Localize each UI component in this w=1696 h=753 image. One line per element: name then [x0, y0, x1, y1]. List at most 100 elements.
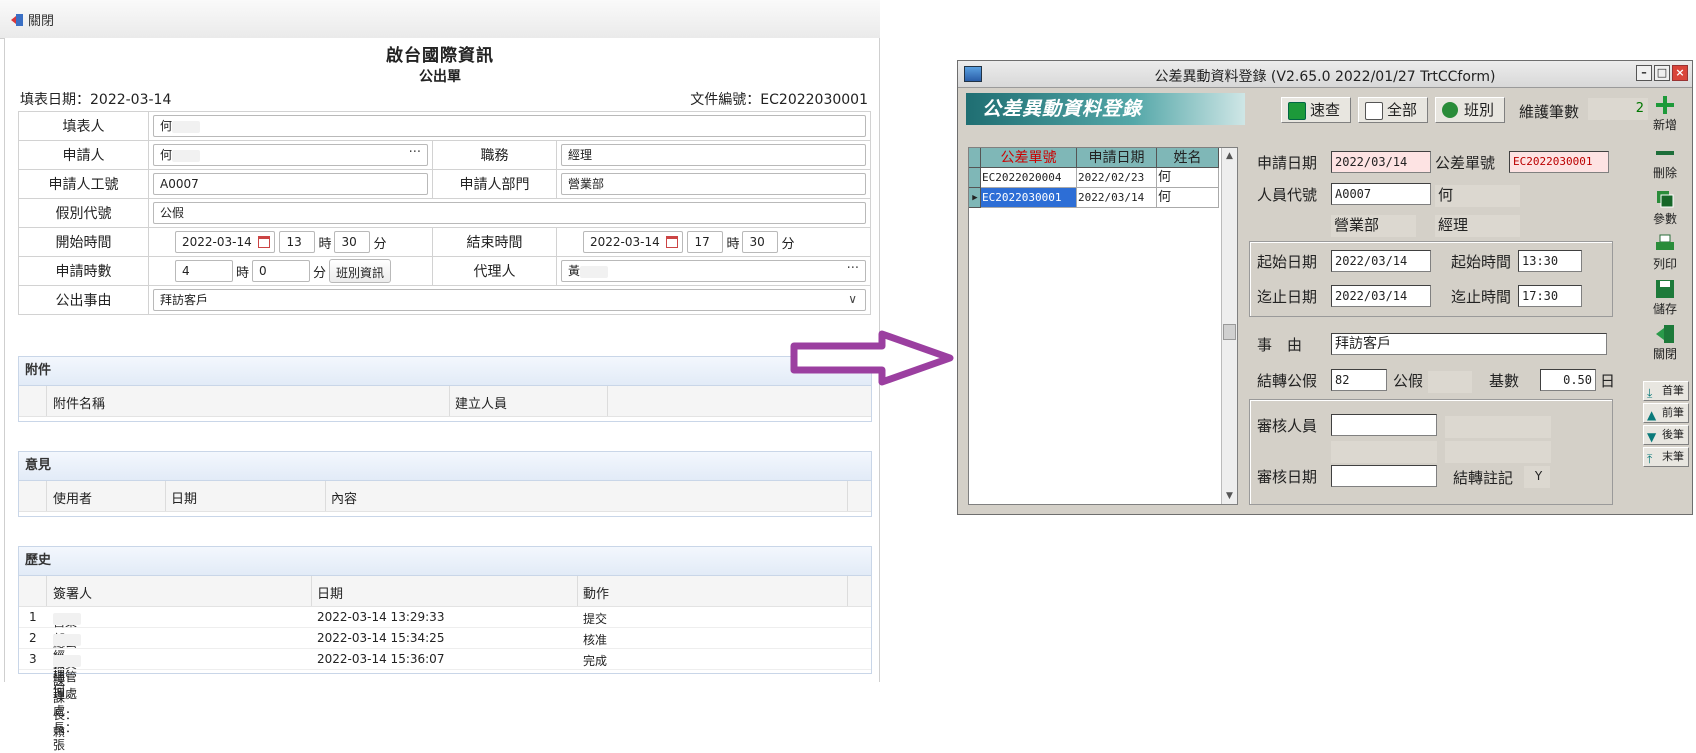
scroll-thumb[interactable] — [1223, 324, 1236, 340]
filler-field[interactable]: 何 — [153, 115, 866, 137]
base-field[interactable]: 0.50 — [1540, 369, 1596, 391]
start-date-field[interactable]: 2022-03-14 — [175, 231, 275, 253]
opinions-section: 意見 使用者 日期 內容 — [18, 451, 872, 517]
prev-label: 前筆 — [1662, 406, 1684, 419]
current-row-icon: ▶ — [969, 188, 981, 208]
params-button[interactable]: 參數 — [1643, 187, 1687, 231]
apply-date-field[interactable]: 2022/03/14 — [1331, 151, 1431, 173]
grid-row[interactable]: ▶ EC2022030001 2022/03/14 何 — [969, 188, 1219, 208]
close-button[interactable]: 關閉 — [10, 10, 54, 29]
start-date-label: 起始日期 — [1257, 253, 1318, 271]
emp-no-field[interactable]: A0007 — [153, 173, 428, 195]
col-divider — [325, 481, 326, 511]
applicant-label: 申請人 — [18, 140, 149, 170]
hours-field[interactable]: 4 — [175, 260, 233, 282]
transfer-extra-field — [1428, 371, 1472, 393]
end-date-field[interactable]: 2022-03-14 — [583, 231, 683, 253]
start-time-field[interactable]: 13:30 — [1518, 250, 1582, 272]
reason-field[interactable]: 拜訪客戶 — [1331, 333, 1607, 355]
minimize-icon[interactable]: – — [1636, 65, 1652, 81]
delete-button[interactable]: 刪除 — [1643, 141, 1687, 185]
chevron-down-icon[interactable]: ∨ — [848, 292, 857, 306]
agent-field[interactable]: 黃 ··· — [561, 260, 866, 282]
shift-button[interactable]: 班別 — [1435, 97, 1505, 123]
reason-select[interactable]: 拜訪客戶 ∨ — [153, 289, 866, 311]
transfer-code-field[interactable]: 82 — [1331, 369, 1387, 391]
hour-unit: 時 — [236, 265, 250, 281]
fill-date: 填表日期：2022-03-14 — [20, 92, 172, 108]
add-button[interactable]: 新增 — [1643, 93, 1687, 137]
review-date-field[interactable] — [1331, 465, 1437, 487]
document-number: 文件編號：EC2022030001 — [690, 92, 868, 108]
col-doc-no[interactable]: 公差單號 — [981, 148, 1077, 168]
reviewer-field[interactable] — [1331, 414, 1437, 436]
filler-label: 填表人 — [18, 111, 149, 141]
applicant-field[interactable]: 何 ··· — [153, 144, 428, 166]
params-label: 參數 — [1652, 212, 1677, 226]
end-date-field[interactable]: 2022/03/14 — [1331, 285, 1431, 307]
min-unit: 分 — [781, 236, 795, 252]
maximize-icon[interactable]: □ — [1654, 65, 1670, 81]
doc-no-field[interactable]: EC2022030001 — [1509, 151, 1609, 173]
grid-scrollbar[interactable]: ▲ ▼ — [1221, 148, 1237, 504]
col-divider — [577, 576, 578, 606]
save-button[interactable]: 儲存 — [1643, 277, 1687, 321]
col-content: 內容 — [331, 492, 358, 507]
start-date-field[interactable]: 2022/03/14 — [1331, 250, 1431, 272]
dept-field[interactable]: 營業部 — [561, 173, 866, 195]
next-record-button[interactable]: ▼ 後筆 — [1643, 425, 1689, 445]
cell-date[interactable]: 2022/03/14 — [1077, 188, 1157, 208]
opinions-header: 使用者 日期 內容 — [19, 481, 871, 512]
cell-name[interactable]: 何 — [1157, 188, 1219, 208]
end-time-field[interactable]: 17:30 — [1518, 285, 1582, 307]
leave-code-label: 假別代號 — [18, 198, 149, 228]
emp-code-field[interactable]: A0007 — [1331, 183, 1431, 205]
position-field[interactable]: 經理 — [561, 144, 866, 166]
calendar-icon[interactable] — [666, 236, 678, 248]
close-icon[interactable]: × — [1672, 65, 1688, 81]
col-apply-date[interactable]: 申請日期 — [1077, 148, 1157, 168]
record-grid: 公差單號 申請日期 姓名 EC2022020004 2022/02/23 何 ▶… — [968, 147, 1238, 505]
col-divider — [46, 576, 47, 606]
window-title: 公差異動資料登錄 (V2.65.0 2022/01/27 TrtCCform) — [1154, 69, 1496, 85]
cell-doc-no[interactable]: EC2022030001 — [981, 188, 1077, 208]
shift-label: 班別 — [1464, 101, 1495, 119]
last-label: 末筆 — [1662, 450, 1684, 463]
form-grid: 填表人 何 申請人 何 ··· 職務 經理 申請人工號 A0007 申請人部門 營… — [18, 111, 871, 315]
print-button[interactable]: 列印 — [1643, 232, 1687, 276]
mins-field[interactable]: 0 — [252, 260, 311, 282]
end-hour-field[interactable]: 17 — [687, 231, 724, 253]
scroll-up-icon[interactable]: ▲ — [1222, 148, 1237, 164]
reviewer-extra-field — [1331, 441, 1437, 463]
show-all-button[interactable]: 全部 — [1358, 97, 1428, 123]
calendar-icon[interactable] — [258, 236, 270, 248]
shift-info-button[interactable]: 班別資訊 — [329, 259, 392, 283]
cell-date[interactable]: 2022/02/23 — [1077, 168, 1157, 188]
emp-no-label: 申請人工號 — [18, 169, 149, 199]
last-record-button[interactable]: ⤒ 末筆 — [1643, 447, 1689, 467]
attachments-section: 附件 附件名稱 建立人員 — [18, 356, 872, 422]
col-name[interactable]: 姓名 — [1157, 148, 1219, 168]
grid-row[interactable]: EC2022020004 2022/02/23 何 — [969, 168, 1219, 188]
document-title: 公出單 — [419, 69, 461, 85]
history-title: 歷史 — [19, 547, 871, 576]
start-hour-field[interactable]: 13 — [279, 231, 316, 253]
delete-label: 刪除 — [1652, 166, 1677, 180]
quick-search-button[interactable]: 速查 — [1281, 97, 1351, 123]
row-action: 核准 — [583, 633, 608, 647]
dept-label: 申請人部門 — [432, 169, 557, 199]
cell-doc-no[interactable]: EC2022020004 — [981, 168, 1077, 188]
more-icon[interactable]: ··· — [409, 146, 421, 160]
scroll-down-icon[interactable]: ▼ — [1222, 488, 1237, 504]
company-name: 啟台國際資訊 — [386, 46, 494, 66]
close-button[interactable]: 關閉 — [1643, 322, 1687, 366]
cell-name[interactable]: 何 — [1157, 168, 1219, 188]
more-icon[interactable]: ··· — [847, 262, 859, 276]
close-label: 關閉 — [28, 14, 55, 29]
leave-code-field[interactable]: 公假 — [153, 202, 866, 224]
start-min-field[interactable]: 30 — [334, 231, 371, 253]
col-user: 使用者 — [53, 492, 93, 507]
end-min-field[interactable]: 30 — [742, 231, 779, 253]
prev-record-button[interactable]: ▲ 前筆 — [1643, 403, 1689, 423]
first-record-button[interactable]: ⤓ 首筆 — [1643, 381, 1689, 401]
